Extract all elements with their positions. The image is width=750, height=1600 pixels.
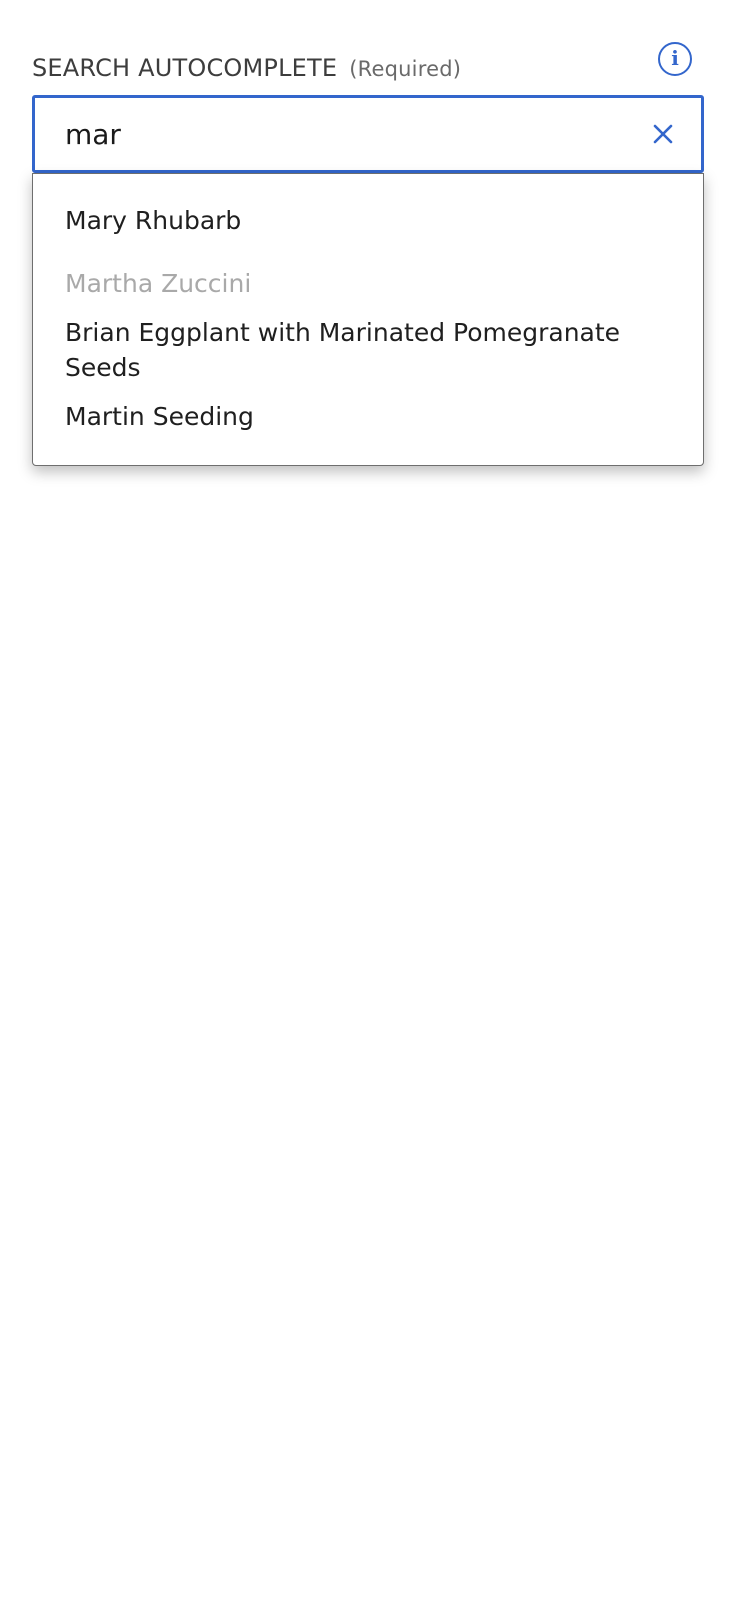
required-indicator: (Required) — [349, 57, 462, 81]
field-header: SEARCH AUTOCOMPLETE (Required) i — [32, 40, 704, 90]
field-label-text: SEARCH AUTOCOMPLETE — [32, 54, 338, 82]
search-input[interactable] — [65, 112, 625, 156]
close-icon[interactable] — [649, 120, 677, 148]
option-martha-zuccini: Martha Zuccini — [65, 269, 252, 298]
field-label: SEARCH AUTOCOMPLETE (Required) — [32, 54, 461, 82]
search-field — [32, 95, 704, 173]
info-icon[interactable]: i — [658, 42, 692, 76]
option-martin-seeding[interactable]: Martin Seeding — [65, 399, 665, 434]
option-mary-rhubarb[interactable]: Mary Rhubarb — [65, 203, 665, 238]
autocomplete-dropdown: Mary Rhubarb Martha Zuccini Brian Eggpla… — [32, 173, 704, 466]
option-brian-eggplant[interactable]: Brian Eggplant with Marinated Pomegranat… — [65, 315, 665, 385]
